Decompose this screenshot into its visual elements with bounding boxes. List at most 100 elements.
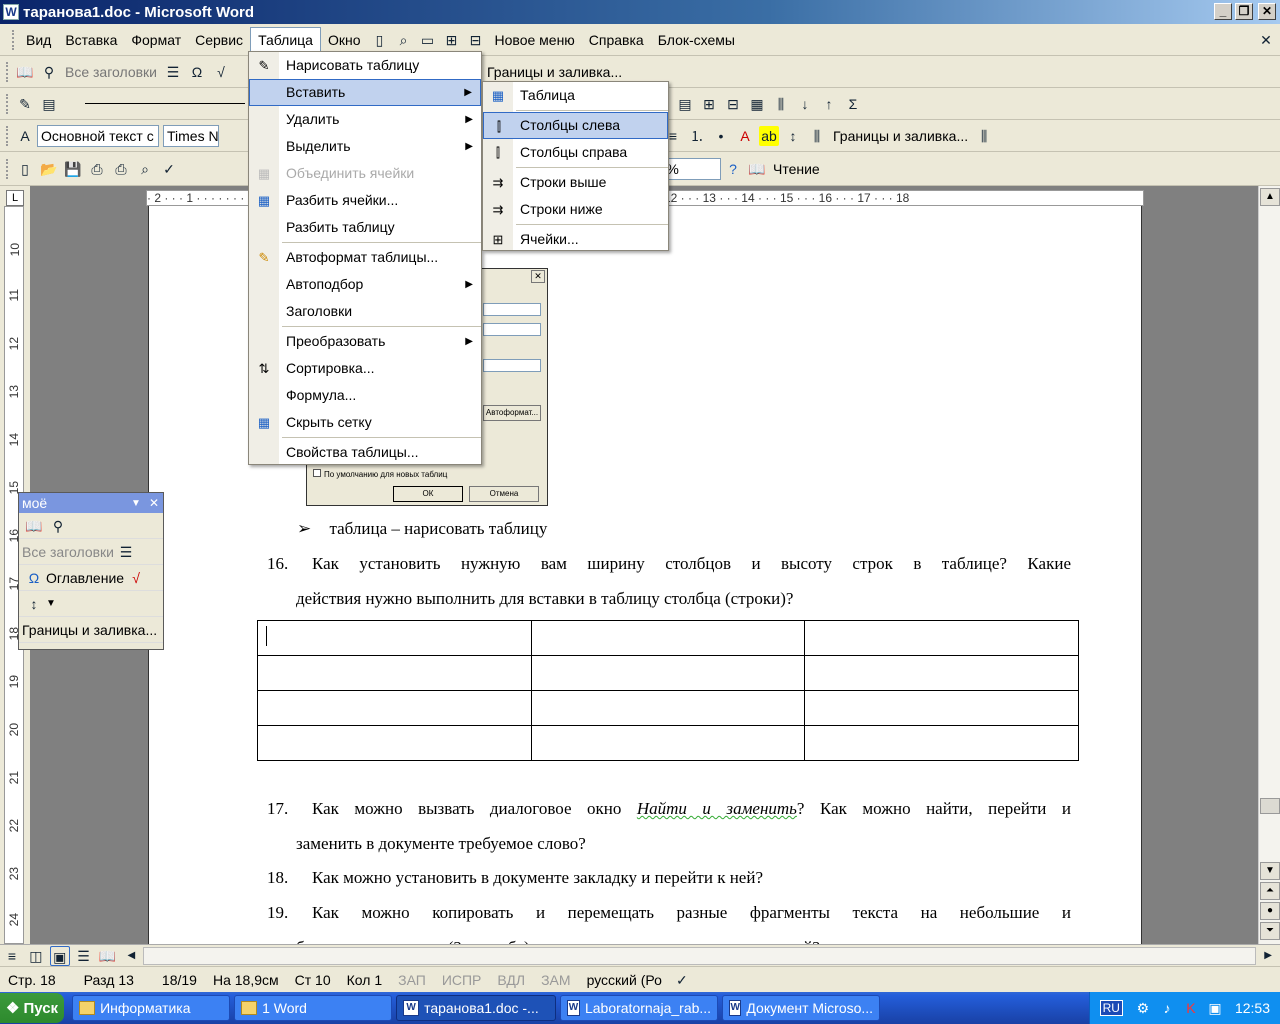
submenu-item-cells[interactable]: ⊞ Ячейки... — [483, 226, 668, 253]
network-icon[interactable]: ⚙ — [1133, 998, 1153, 1018]
status-record-macro[interactable]: ЗАП — [390, 972, 434, 988]
borders-shading-button[interactable]: Границы и заливка... — [22, 622, 157, 638]
toolbar-grip[interactable] — [6, 93, 9, 114]
menu-item-split-cells[interactable]: ▦ Разбить ячейки... — [249, 187, 481, 214]
toolbar-grip[interactable] — [6, 61, 9, 82]
borders-shading-button[interactable]: Границы и заливка... — [487, 64, 622, 80]
table-cell[interactable] — [530, 690, 806, 726]
edit-icon[interactable]: ✎ — [15, 94, 35, 114]
permission-icon[interactable]: ⎙ — [87, 159, 107, 179]
dialog-spinner-field[interactable] — [483, 359, 541, 372]
task-laboratornaja[interactable]: W Laboratornaja_rab... — [560, 995, 719, 1021]
borders-icon[interactable]: ⫼ — [974, 126, 994, 146]
task-document-microsoft[interactable]: W Документ Microso... — [722, 995, 881, 1021]
status-overtype[interactable]: ЗАМ — [533, 972, 578, 988]
table-cell[interactable] — [257, 690, 532, 726]
autofit-icon[interactable]: ⫼ — [771, 94, 791, 114]
next-page-icon[interactable]: ⏷ — [1260, 922, 1280, 940]
spelling-status-icon[interactable]: ✓ — [672, 970, 692, 990]
font-color-icon[interactable]: A — [735, 126, 755, 146]
checkbox-box[interactable] — [313, 469, 321, 477]
menu-item-sort[interactable]: ⇅ Сортировка... — [249, 355, 481, 382]
dropdown-arrow-icon[interactable]: ▼ — [46, 598, 56, 609]
dialog-cancel-button[interactable]: Отмена — [469, 486, 539, 502]
word-app-icon[interactable]: W — [3, 4, 19, 20]
toolbar-grip[interactable] — [6, 158, 9, 179]
task-informatika[interactable]: Информатика — [72, 995, 231, 1021]
status-language[interactable]: русский (Ро — [579, 972, 670, 988]
align-icon[interactable]: ▤ — [675, 94, 695, 114]
table-cell[interactable] — [530, 655, 806, 691]
menu-table[interactable]: Таблица — [250, 27, 321, 52]
submenu-item-rows-below[interactable]: ⇉ Строки ниже — [483, 196, 668, 223]
menu-item-headings[interactable]: Заголовки — [249, 298, 481, 325]
dialog-spinner-field[interactable] — [483, 323, 541, 336]
equation-icon[interactable]: √ — [211, 62, 231, 82]
scroll-right-icon[interactable]: ▶ — [1258, 946, 1278, 966]
floating-close-icon[interactable]: ✕ — [149, 496, 159, 510]
sort-asc-icon[interactable]: ↓ — [795, 94, 815, 114]
book-icon[interactable]: 📖 — [15, 62, 35, 82]
book-icon[interactable]: 📖 — [24, 516, 44, 536]
table-cell[interactable] — [804, 620, 1079, 656]
toolbar-grip[interactable] — [6, 125, 9, 146]
heading-list-icon[interactable]: ☰ — [116, 542, 136, 562]
dialog-ok-button[interactable]: ОК — [393, 486, 463, 502]
print-icon[interactable]: ⎙ — [111, 159, 131, 179]
document-table[interactable] — [257, 620, 1079, 761]
restore-button[interactable]: ❐ — [1235, 3, 1253, 20]
menu-insert[interactable]: Вставка — [58, 28, 124, 52]
text-box-icon[interactable]: ▭ — [418, 30, 438, 50]
normal-view-icon[interactable]: ≡ — [2, 946, 22, 966]
horizontal-scroll-track[interactable] — [143, 946, 1257, 965]
table-cell[interactable] — [257, 620, 532, 656]
save-icon[interactable]: 💾 — [63, 159, 83, 179]
distribute-rows-icon[interactable]: ⊞ — [699, 94, 719, 114]
dialog-close-button[interactable]: ✕ — [531, 270, 545, 283]
task-word-group[interactable]: 1 Word — [234, 995, 393, 1021]
read-icon[interactable]: 📖 — [747, 159, 767, 179]
antivirus-icon[interactable]: K — [1181, 998, 1201, 1018]
table-cell[interactable] — [804, 690, 1079, 726]
preview-icon[interactable]: ⌕ — [394, 30, 414, 50]
spelling-icon[interactable]: ✓ — [159, 159, 179, 179]
table-cell[interactable] — [257, 655, 532, 691]
binoculars-icon[interactable]: ⚲ — [48, 516, 68, 536]
table-cell[interactable] — [804, 725, 1079, 761]
toc-button[interactable]: Оглавление — [46, 570, 124, 586]
menu-format[interactable]: Формат — [124, 28, 188, 52]
browse-object-icon[interactable]: ● — [1260, 902, 1280, 920]
vertical-scrollbar[interactable]: ▲ ▼ ⏶ ● ⏷ — [1258, 186, 1280, 944]
menu-item-autoformat[interactable]: ✎ Автоформат таблицы... — [249, 244, 481, 271]
scroll-down-icon[interactable]: ▼ — [1260, 862, 1280, 880]
sort-desc-icon[interactable]: ↑ — [819, 94, 839, 114]
submenu-item-table[interactable]: ▦ Таблица — [483, 82, 668, 109]
status-track-changes[interactable]: ИСПР — [434, 972, 490, 988]
all-headings-button[interactable]: Все заголовки — [22, 544, 114, 560]
bullets-icon[interactable]: • — [711, 126, 731, 146]
submenu-item-columns-left[interactable]: ⫿ Столбцы слева — [483, 112, 668, 139]
menu-help[interactable]: Справка — [582, 28, 651, 52]
font-select[interactable]: Times Ne — [163, 124, 219, 147]
print-view-icon[interactable]: ▣ — [49, 945, 70, 966]
borders-icon[interactable]: ⫼ — [807, 126, 827, 146]
help-icon[interactable]: ? — [723, 159, 743, 179]
reading-view-icon[interactable]: 📖 — [98, 946, 118, 966]
omega-icon[interactable]: Ω — [24, 568, 44, 588]
close-button[interactable]: ✕ — [1258, 3, 1276, 20]
menu-tools[interactable]: Сервис — [188, 28, 250, 52]
open-icon[interactable]: 📂 — [39, 159, 59, 179]
submenu-item-columns-right[interactable]: ⫿ Столбцы справа — [483, 139, 668, 166]
dialog-default-checkbox[interactable]: По умолчанию для новых таблиц — [313, 469, 447, 479]
menu-item-draw-table[interactable]: ✎ Нарисовать таблицу — [249, 52, 481, 79]
new-icon[interactable]: ▯ — [15, 159, 35, 179]
menu-item-split-table[interactable]: Разбить таблицу — [249, 214, 481, 241]
spacing-icon[interactable]: ↕ — [783, 126, 803, 146]
floating-toolbar-header[interactable]: моё ▼ ✕ — [19, 493, 163, 513]
table-cell[interactable] — [530, 620, 806, 656]
table-cell[interactable] — [530, 725, 806, 761]
heading-list-icon[interactable]: ☰ — [163, 62, 183, 82]
menu-item-select[interactable]: Выделить ▶ — [249, 133, 481, 160]
new-doc-icon[interactable]: ▯ — [370, 30, 390, 50]
menu-item-formula[interactable]: Формула... — [249, 382, 481, 409]
